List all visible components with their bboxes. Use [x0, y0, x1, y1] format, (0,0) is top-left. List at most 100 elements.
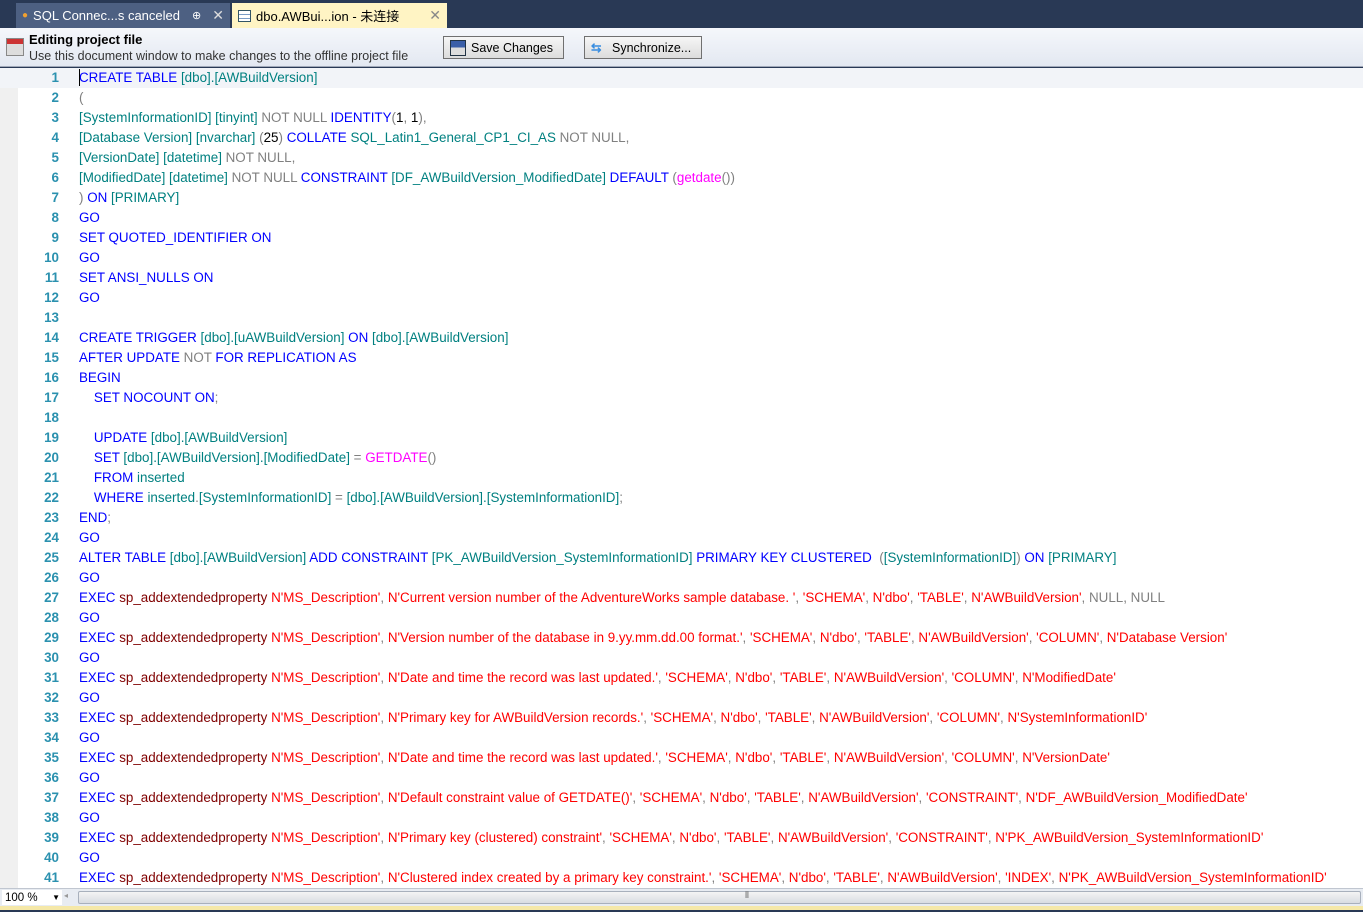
code-line[interactable]: 30 GO — [0, 648, 1363, 668]
code-token: = — [353, 450, 366, 465]
code-line[interactable]: 13 — [0, 308, 1363, 328]
code-token: EXEC — [79, 630, 120, 645]
code-token: sp_addextendedproperty — [119, 830, 272, 845]
line-number: 23 — [44, 510, 59, 525]
code-token: [dbo].[AWBuildVersion] — [371, 330, 509, 345]
line-number: 32 — [44, 690, 59, 705]
code-line[interactable]: 41 EXEC sp_addextendedproperty N'MS_Descr… — [0, 868, 1363, 888]
horizontal-scrollbar[interactable]: ⦀ — [78, 890, 1361, 904]
close-icon[interactable]: ✕ — [429, 7, 441, 24]
window-bottom-border — [0, 906, 1363, 912]
tab-awbuildversion[interactable]: dbo.AWBui...ion - 未连接 ✕ — [232, 3, 447, 28]
code-token: 'TABLE' — [864, 630, 911, 645]
code-line[interactable]: 4 [Database Version] [nvarchar] (25) COLL… — [0, 128, 1363, 148]
code-line[interactable]: 5 [VersionDate] [datetime] NOT NULL, — [0, 148, 1363, 168]
code-line[interactable]: 11 SET ANSI_NULLS ON — [0, 268, 1363, 288]
code-token: ()) — [721, 170, 735, 185]
code-token: N'VersionDate' — [1022, 750, 1110, 765]
code-line[interactable]: 15 AFTER UPDATE NOT FOR REPLICATION AS — [0, 348, 1363, 368]
code-token: N'MS_Description' — [271, 630, 381, 645]
line-number: 21 — [44, 470, 59, 485]
code-token: N'dbo' — [679, 830, 717, 845]
close-icon[interactable]: ✕ — [212, 7, 224, 24]
code-token: 'SCHEMA' — [802, 590, 866, 605]
code-line[interactable]: 23 END; — [0, 508, 1363, 528]
line-code: ( — [79, 88, 83, 108]
code-line[interactable]: 24 GO — [0, 528, 1363, 548]
code-token: ) — [278, 130, 287, 145]
synchronize-button[interactable]: ⇆ Synchronize... — [584, 36, 702, 59]
code-token: GO — [79, 290, 100, 305]
code-token: EXEC — [79, 830, 120, 845]
code-line[interactable]: 18 — [0, 408, 1363, 428]
code-line[interactable]: 21 FROM inserted — [0, 468, 1363, 488]
code-token: = — [335, 490, 347, 505]
code-line[interactable]: 33 EXEC sp_addextendedproperty N'MS_Descr… — [0, 708, 1363, 728]
code-line[interactable]: 2( — [0, 88, 1363, 108]
code-line[interactable]: 37 EXEC sp_addextendedproperty N'MS_Descr… — [0, 788, 1363, 808]
code-line[interactable]: 26 GO — [0, 568, 1363, 588]
code-token: , — [757, 710, 766, 725]
line-code: CREATE TRIGGER [dbo].[uAWBuildVersion] O… — [79, 328, 508, 348]
code-token: 'CONSTRAINT' — [895, 830, 988, 845]
line-code: GO — [79, 648, 100, 668]
code-token: sp_addextendedproperty — [119, 710, 272, 725]
code-line[interactable]: 14 CREATE TRIGGER [dbo].[uAWBuildVersion]… — [0, 328, 1363, 348]
code-line[interactable]: 10 GO — [0, 248, 1363, 268]
code-line[interactable]: 28 GO — [0, 608, 1363, 628]
code-line[interactable]: 32 GO — [0, 688, 1363, 708]
code-token: 'TABLE' — [833, 870, 880, 885]
code-line[interactable]: 27 EXEC sp_addextendedproperty N'MS_Descr… — [0, 588, 1363, 608]
code-token: GO — [79, 770, 100, 785]
code-token: [DF_AWBuildVersion_ModifiedDate] — [391, 170, 610, 185]
code-token: N'Primary key for AWBuildVersion records… — [387, 710, 644, 725]
code-line[interactable]: 22 WHERE inserted.[SystemInformationID] … — [0, 488, 1363, 508]
code-line[interactable]: 34 GO — [0, 728, 1363, 748]
line-number: 34 — [44, 730, 59, 745]
table-icon — [238, 9, 251, 22]
code-line[interactable]: 31 EXEC sp_addextendedproperty N'MS_Descr… — [0, 668, 1363, 688]
code-line[interactable]: 8 GO — [0, 208, 1363, 228]
line-number: 9 — [51, 230, 59, 245]
line-code: [Database Version] [nvarchar] (25) COLLA… — [79, 128, 629, 148]
code-token: ON — [348, 330, 372, 345]
code-line[interactable]: 12 GO — [0, 288, 1363, 308]
line-number: 35 — [44, 750, 59, 765]
connection-icon: ● — [22, 10, 29, 21]
code-token: N'MS_Description' — [271, 670, 381, 685]
line-code: SET ANSI_NULLS ON — [79, 268, 213, 288]
pin-icon[interactable]: ⊕ — [192, 9, 201, 22]
zoom-dropdown[interactable]: 100 % ▼ — [2, 890, 62, 905]
scroll-left-icon[interactable]: ◂ — [64, 891, 68, 900]
code-line[interactable]: 20 SET [dbo].[AWBuildVersion].[ModifiedD… — [0, 448, 1363, 468]
code-line[interactable]: 39 EXEC sp_addextendedproperty N'MS_Descr… — [0, 828, 1363, 848]
line-code: UPDATE [dbo].[AWBuildVersion] — [79, 428, 288, 448]
code-line[interactable]: 35 EXEC sp_addextendedproperty N'MS_Descr… — [0, 748, 1363, 768]
code-token: ADD CONSTRAINT — [309, 550, 432, 565]
code-line[interactable]: 7) ON [PRIMARY] — [0, 188, 1363, 208]
code-editor[interactable]: 1 CREATE TABLE [dbo].[AWBuildVersion] 2(3[… — [0, 68, 1363, 888]
code-line[interactable]: 1 CREATE TABLE [dbo].[AWBuildVersion] — [0, 68, 1363, 88]
code-line[interactable]: 36 GO — [0, 768, 1363, 788]
tab-sql-connection[interactable]: ● SQL Connec...s canceled ⊕ ✕ — [16, 3, 230, 28]
code-token: [PRIMARY] — [1048, 550, 1117, 565]
code-line[interactable]: 16 BEGIN — [0, 368, 1363, 388]
line-code: GO — [79, 688, 100, 708]
code-token: 'COLUMN' — [951, 670, 1015, 685]
code-line[interactable]: 6 [ModifiedDate] [datetime] NOT NULL CONS… — [0, 168, 1363, 188]
code-line[interactable]: 29 EXEC sp_addextendedproperty N'MS_Descr… — [0, 628, 1363, 648]
code-line[interactable]: 17 SET NOCOUNT ON; — [0, 388, 1363, 408]
code-token: N'MS_Description' — [271, 870, 381, 885]
code-line[interactable]: 25 ALTER TABLE [dbo].[AWBuildVersion] ADD… — [0, 548, 1363, 568]
code-line[interactable]: 9 SET QUOTED_IDENTIFIER ON — [0, 228, 1363, 248]
code-line[interactable]: 3 [SystemInformationID] [tinyint] NOT NUL… — [0, 108, 1363, 128]
code-token: ( — [79, 90, 84, 105]
code-line[interactable]: 38 GO — [0, 808, 1363, 828]
line-number: 6 — [51, 170, 59, 185]
line-code: EXEC sp_addextendedproperty N'MS_Descrip… — [79, 748, 1110, 768]
code-line[interactable]: 19 UPDATE [dbo].[AWBuildVersion] — [0, 428, 1363, 448]
code-line[interactable]: 40 GO — [0, 848, 1363, 868]
code-token: [SystemInformationID] — [198, 490, 336, 505]
project-file-icon — [6, 38, 24, 56]
save-changes-button[interactable]: Save Changes — [443, 36, 564, 59]
